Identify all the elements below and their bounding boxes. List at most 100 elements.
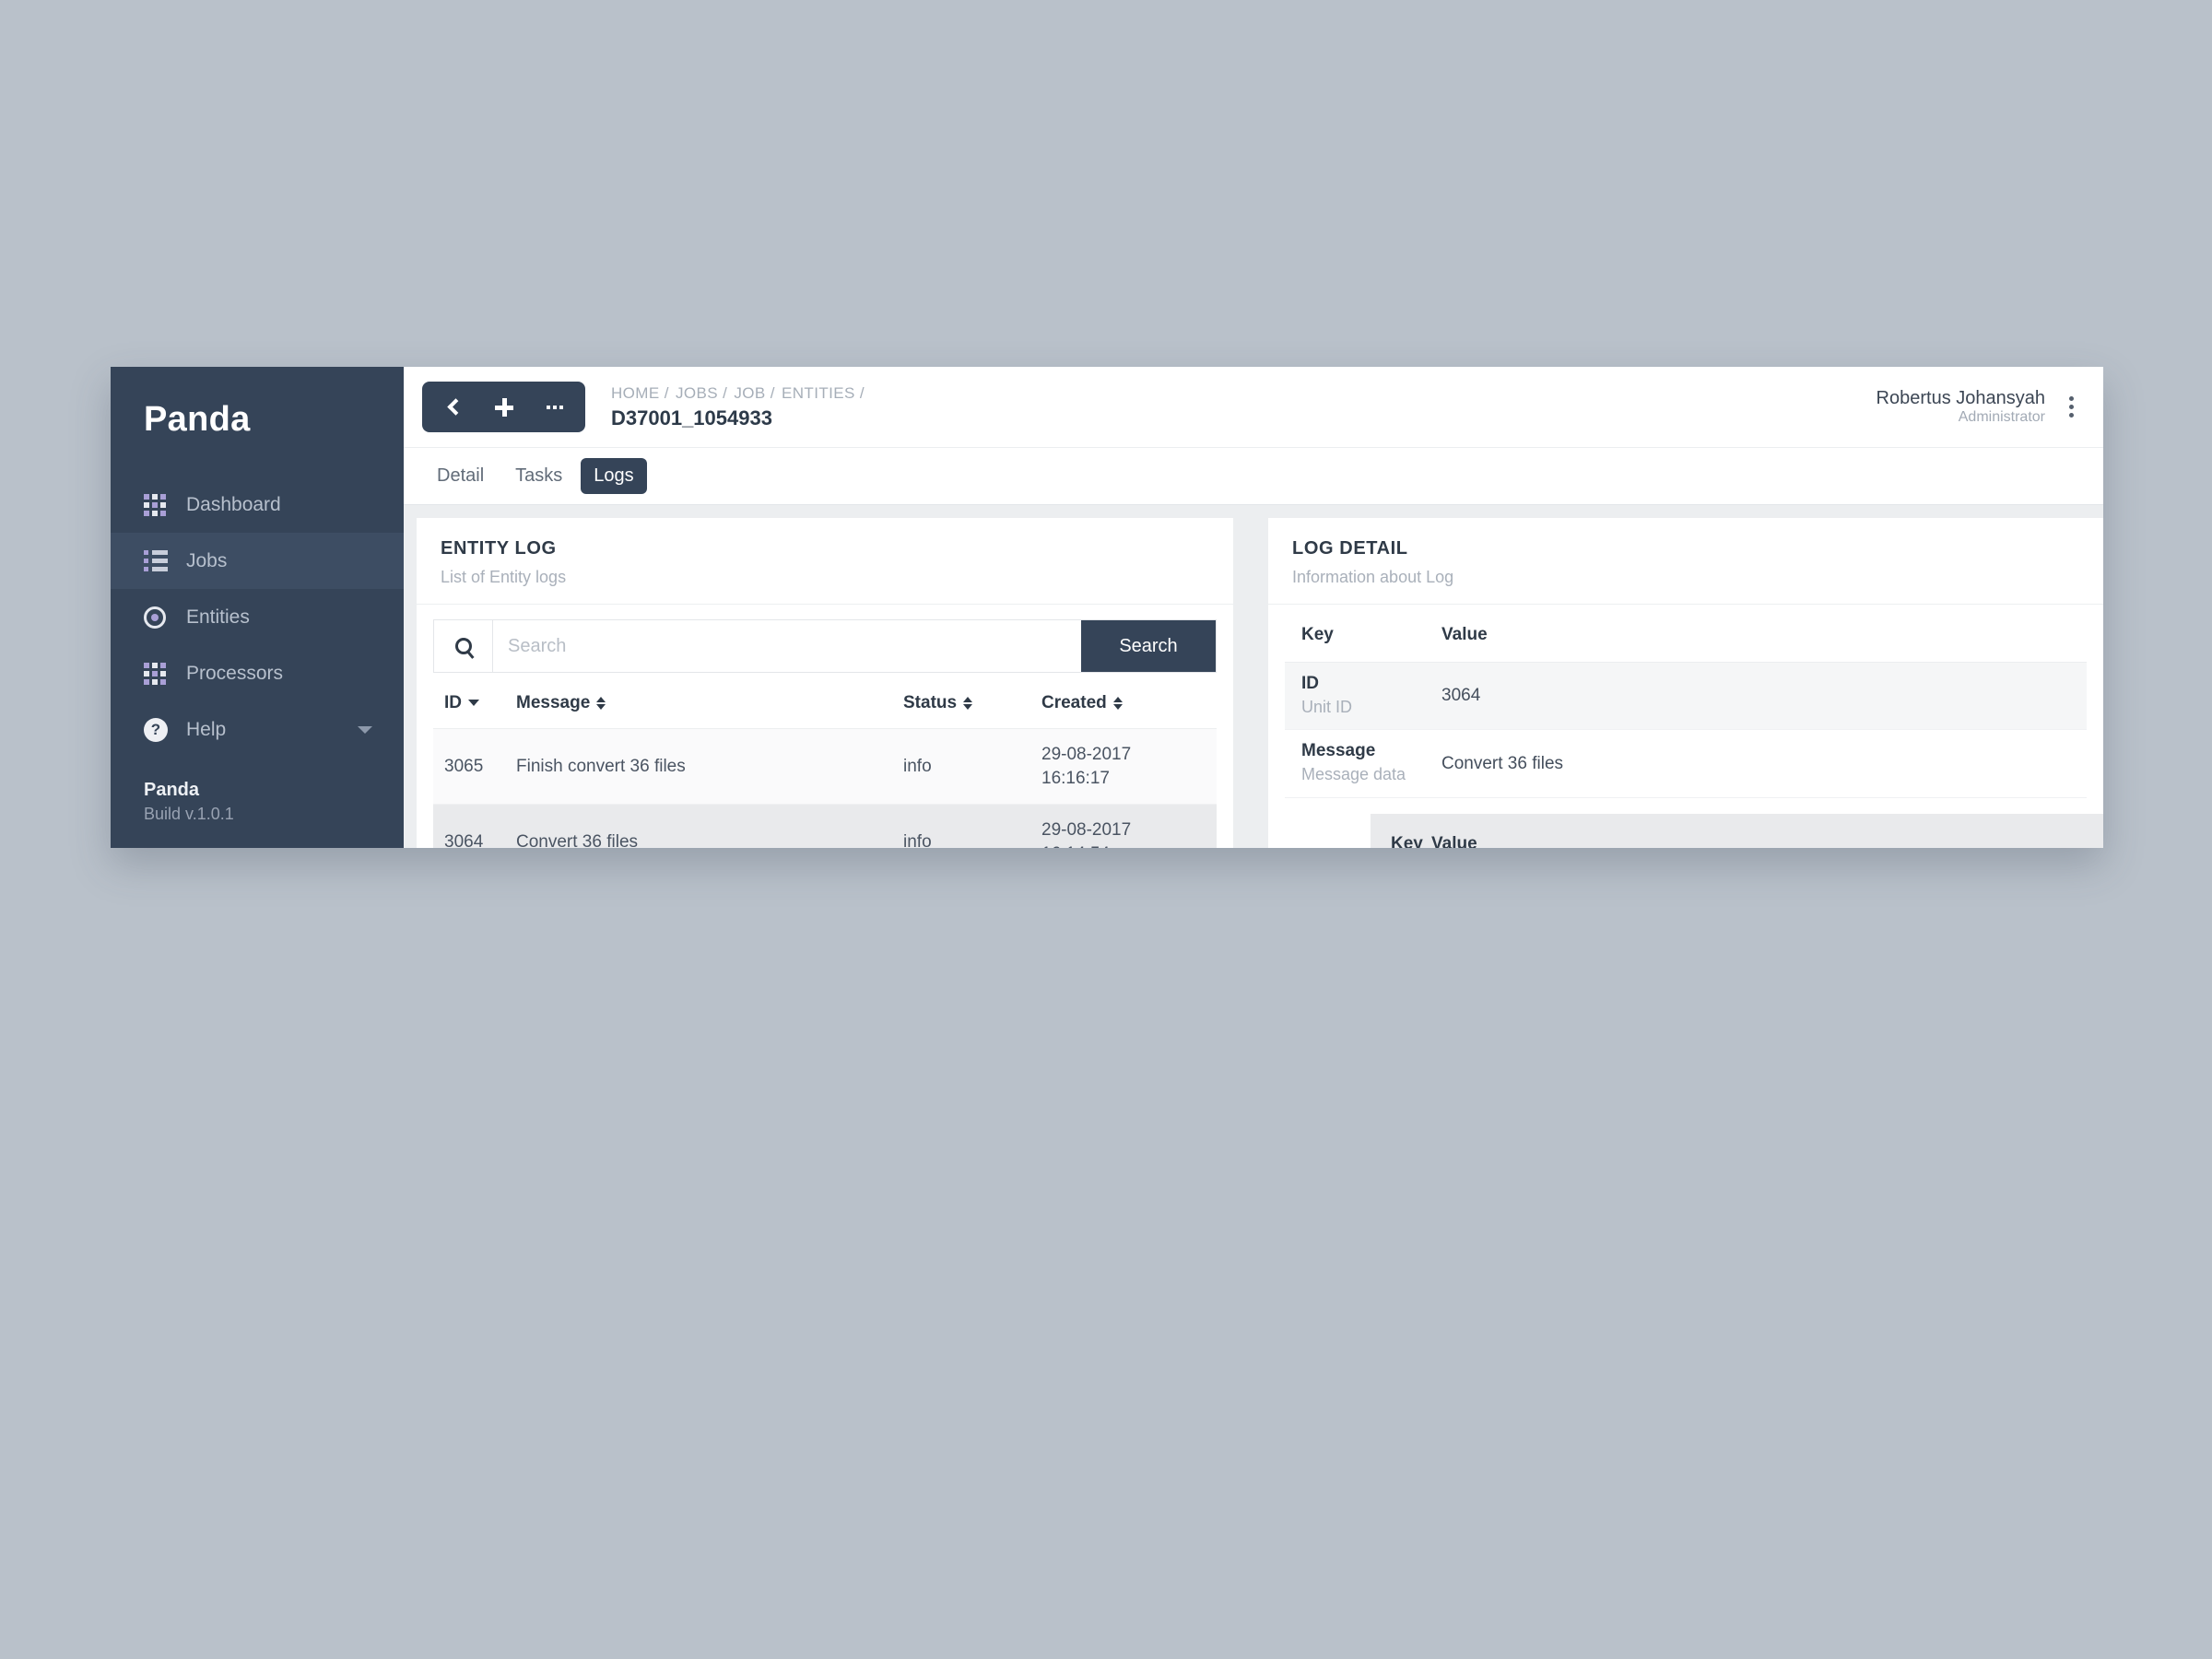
kebab-menu-icon[interactable] (2064, 391, 2079, 423)
column-header-value: Value (1441, 605, 2087, 663)
table-row[interactable]: 3065 Finish convert 36 files info 29-08-… (433, 728, 1217, 806)
sidebar-item-label: Dashboard (186, 493, 281, 515)
main-area: HOME / JOBS / JOB / ENTITIES / D37001_10… (404, 367, 2103, 848)
table-header-row: Key Value (1371, 816, 2103, 848)
table-row[interactable]: Message Message data Convert 36 files (1285, 729, 2087, 798)
page-title: D37001_1054933 (611, 406, 772, 429)
column-header-key: Key (1391, 833, 1423, 848)
tab-bar: Detail Tasks Logs (404, 448, 2103, 505)
sort-icon (963, 696, 973, 710)
cell-key: ID Unit ID (1285, 662, 1441, 731)
breadcrumb: HOME / JOBS / JOB / ENTITIES / (611, 384, 866, 403)
entity-log-title: ENTITY LOG (441, 538, 557, 559)
breadcrumb-item-entities[interactable]: ENTITIES / (782, 384, 865, 402)
sidebar: Panda Dashboard Jobs Entities Processors… (111, 367, 404, 848)
sidebar-item-dashboard[interactable]: Dashboard (111, 477, 404, 533)
header-action-group (422, 382, 585, 432)
top-header: HOME / JOBS / JOB / ENTITIES / D37001_10… (404, 367, 2103, 448)
list-icon (144, 550, 171, 571)
breadcrumb-item-job[interactable]: JOB / (734, 384, 775, 402)
back-button[interactable] (428, 382, 478, 432)
table-header-row: Key Value (1285, 605, 2087, 663)
chevron-down-icon[interactable] (358, 725, 372, 734)
cell-id: 3065 (433, 728, 516, 806)
sidebar-item-entities[interactable]: Entities (111, 589, 404, 645)
column-header-id[interactable]: ID (433, 673, 516, 729)
user-name: Robertus Johansyah (1876, 388, 2045, 408)
ellipsis-icon (546, 405, 563, 409)
question-circle-icon: ? (144, 717, 171, 742)
plus-icon (494, 397, 513, 417)
cell-status: info (903, 804, 1041, 848)
app-window: Panda Dashboard Jobs Entities Processors… (111, 367, 2103, 848)
entity-log-subtitle: List of Entity logs (441, 568, 567, 586)
sidebar-item-jobs[interactable]: Jobs (111, 533, 404, 589)
sidebar-item-label: Processors (186, 662, 284, 684)
column-label: ID (444, 693, 462, 712)
entity-log-table-wrap[interactable]: ID Message Status Created 3065 Finish co… (417, 673, 1233, 848)
cell-date: 29-08-2017 (1041, 820, 1132, 841)
breadcrumb-item-home[interactable]: HOME / (611, 384, 669, 402)
breadcrumb-block: HOME / JOBS / JOB / ENTITIES / D37001_10… (611, 384, 866, 430)
log-detail-title: LOG DETAIL (1292, 538, 1408, 559)
cell-message: Finish convert 36 files (516, 728, 903, 806)
kv-key-desc: Message data (1301, 765, 1406, 784)
column-header-message[interactable]: Message (516, 673, 903, 729)
log-detail-panel: LOG DETAIL Information about Log Key Val… (1268, 518, 2103, 848)
table-header-row: ID Message Status Created (433, 673, 1217, 729)
cell-value: Convert 36 files (1441, 729, 2087, 798)
tab-tasks[interactable]: Tasks (502, 458, 575, 494)
column-header-created[interactable]: Created (1041, 673, 1217, 729)
column-label: Status (903, 693, 958, 712)
cell-date: 29-08-2017 (1041, 745, 1132, 764)
tab-logs[interactable]: Logs (581, 458, 647, 494)
cell-id: 3064 (433, 804, 516, 848)
entity-log-table: ID Message Status Created 3065 Finish co… (433, 673, 1217, 848)
entity-log-header: ENTITY LOG List of Entity logs (417, 518, 1233, 605)
kv-key-name: ID (1301, 674, 1319, 693)
cell-status: info (903, 728, 1041, 806)
cell-key: Message Message data (1285, 729, 1441, 798)
sidebar-item-label: Jobs (186, 549, 228, 571)
nested-table-level-1: Key Value (1364, 806, 2103, 848)
table-row[interactable]: ID Unit ID 3064 (1285, 662, 2087, 731)
breadcrumb-item-jobs[interactable]: JOBS / (676, 384, 727, 402)
add-button[interactable] (478, 382, 529, 432)
search-button[interactable]: Search (1081, 620, 1216, 672)
column-label: Created (1041, 693, 1107, 712)
search-input[interactable] (493, 620, 1081, 672)
sidebar-footer: Panda Build v.1.0.1 (111, 780, 404, 848)
cell-time: 16:14:54 (1041, 844, 1110, 848)
tab-detail[interactable]: Detail (424, 458, 497, 494)
footer-build-version: Build v.1.0.1 (144, 805, 234, 823)
column-header-key: Key (1285, 605, 1441, 663)
kv-table-wrap: Key Value ID Unit ID 3064 Message Messag… (1268, 605, 2103, 798)
grid-icon (144, 662, 171, 685)
column-header-status[interactable]: Status (903, 673, 1041, 729)
cell-message: Convert 36 files (516, 804, 903, 848)
sort-desc-icon (468, 700, 479, 707)
log-detail-header: LOG DETAIL Information about Log (1268, 518, 2103, 605)
more-options-button[interactable] (529, 382, 580, 432)
cell-time: 16:16:17 (1041, 768, 1110, 788)
nested-table-level-1-inner: Key Value (1371, 813, 2103, 848)
user-role: Administrator (1958, 409, 2045, 425)
chevron-left-icon (446, 398, 465, 416)
sidebar-item-help[interactable]: ? Help (111, 701, 404, 758)
sidebar-item-label: Help (186, 718, 227, 740)
app-brand: Panda (144, 400, 251, 439)
search-icon (434, 620, 493, 672)
user-info[interactable]: Robertus Johansyah Administrator (1877, 388, 2045, 426)
sidebar-item-processors[interactable]: Processors (111, 645, 404, 701)
cell-created: 29-08-2017 16:14:54 (1041, 804, 1217, 848)
search-bar: Search (433, 619, 1217, 673)
nested-table-1: Key Value (1371, 816, 2103, 848)
sort-icon (596, 696, 606, 710)
log-detail-body: Key Value ID Unit ID 3064 Message Messag… (1268, 605, 2103, 848)
target-icon (144, 606, 171, 629)
cell-created: 29-08-2017 16:16:17 (1041, 728, 1217, 806)
table-row[interactable]: 3064 Convert 36 files info 29-08-2017 16… (433, 804, 1217, 848)
log-detail-subtitle: Information about Log (1292, 568, 1454, 586)
kv-key-desc: Unit ID (1301, 698, 1353, 716)
panel-gutter (1233, 505, 1268, 848)
